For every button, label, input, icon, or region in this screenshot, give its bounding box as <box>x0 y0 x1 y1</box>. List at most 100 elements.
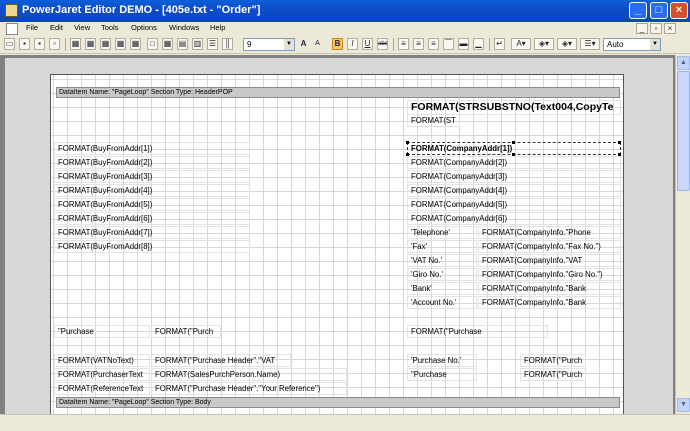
info-label-fax[interactable]: 'Fax' <box>407 240 477 253</box>
line-style-icon[interactable]: ☰▾ <box>580 38 600 50</box>
open-icon[interactable]: ▭ <box>4 38 15 50</box>
close-button[interactable]: × <box>670 2 688 19</box>
strikethrough-button[interactable]: abc <box>377 38 388 50</box>
info-label-vat[interactable]: 'VAT No.' <box>407 254 477 267</box>
color-select[interactable]: Auto ▼ <box>603 38 661 51</box>
menu-help[interactable]: Help <box>210 23 225 32</box>
align-center-icon[interactable]: ≡ <box>413 38 424 50</box>
buy-from-addr-2[interactable]: FORMAT(BuyFromAddr[2]) <box>54 156 250 169</box>
bold-button[interactable]: B <box>332 38 343 50</box>
maximize-button[interactable]: □ <box>650 2 668 19</box>
border-grid-icon[interactable]: ▦ <box>162 38 173 50</box>
reference-text[interactable]: FORMAT(ReferenceText <box>54 382 150 395</box>
doc-minimize-button[interactable]: _ <box>636 23 648 34</box>
chevron-down-icon[interactable]: ▼ <box>284 39 294 50</box>
selection-handle[interactable] <box>406 141 409 144</box>
company-addr-6[interactable]: FORMAT(CompanyAddr[6]) <box>407 212 621 225</box>
buy-from-addr-8[interactable]: FORMAT(BuyFromAddr[8]) <box>54 240 250 253</box>
underline-button[interactable]: U <box>362 38 373 50</box>
menu-windows[interactable]: Windows <box>169 23 199 32</box>
save-icon[interactable]: ▪ <box>19 38 30 50</box>
align-left-icon[interactable]: ≡ <box>398 38 409 50</box>
minimize-button[interactable]: _ <box>629 2 647 19</box>
document-icon[interactable] <box>6 23 18 35</box>
border-all-icon[interactable]: □ <box>147 38 158 50</box>
info-label-bank[interactable]: 'Bank' <box>407 282 477 295</box>
purchase-format[interactable]: FORMAT("Purch <box>151 325 221 338</box>
border-v-icon[interactable]: ║ <box>222 38 233 50</box>
save-all-icon[interactable]: ▪ <box>34 38 45 50</box>
buy-from-addr-7[interactable]: FORMAT(BuyFromAddr[7]) <box>54 226 250 239</box>
vertical-scrollbar[interactable]: ▲ ▼ <box>675 55 690 414</box>
buy-from-addr-4[interactable]: FORMAT(BuyFromAddr[4]) <box>54 184 250 197</box>
buy-from-addr-5[interactable]: FORMAT(BuyFromAddr[5]) <box>54 198 250 211</box>
info-value-bank[interactable]: FORMAT(CompanyInfo."Bank <box>478 282 621 295</box>
selection-handle[interactable] <box>618 141 621 144</box>
menu-view[interactable]: View <box>74 23 90 32</box>
section-body[interactable]: DataItem Name: "PageLoop" Section Type: … <box>56 397 620 408</box>
company-addr-4[interactable]: FORMAT(CompanyAddr[4]) <box>407 184 621 197</box>
properties-icon[interactable]: ▫ <box>49 38 60 50</box>
border-top-icon[interactable]: ▦ <box>85 38 96 50</box>
shrink-font-icon[interactable]: A <box>312 38 323 50</box>
salesperson-name[interactable]: FORMAT(SalesPurchPerson.Name) <box>151 368 347 381</box>
doc-restore-button[interactable]: ▫ <box>650 23 662 34</box>
purch-right-1[interactable]: FORMAT("Purch <box>520 354 586 367</box>
vat-no-text[interactable]: FORMAT(VATNoText) <box>54 354 150 367</box>
chevron-down-icon[interactable]: ▼ <box>650 39 660 50</box>
selection-handle[interactable] <box>512 141 515 144</box>
border-inner-h-icon[interactable]: ▤ <box>177 38 188 50</box>
info-value-vat[interactable]: FORMAT(CompanyInfo."VAT <box>478 254 621 267</box>
menu-tools[interactable]: Tools <box>101 23 119 32</box>
border-right-icon[interactable]: ▦ <box>130 38 141 50</box>
text-color-icon[interactable]: A▾ <box>511 38 531 50</box>
wrap-text-icon[interactable]: ↵ <box>494 38 505 50</box>
purchase-format-right[interactable]: FORMAT("Purchase <box>407 325 548 338</box>
scroll-down-icon[interactable]: ▼ <box>677 398 690 412</box>
menu-file[interactable]: File <box>26 23 38 32</box>
align-top-icon[interactable]: ▔ <box>443 38 454 50</box>
align-middle-icon[interactable]: ▬ <box>458 38 469 50</box>
border-h-icon[interactable]: ☰ <box>207 38 218 50</box>
section-header-pop[interactable]: DataItem Name: "PageLoop" Section Type: … <box>56 87 620 98</box>
scroll-thumb[interactable] <box>677 71 690 191</box>
doc-close-button[interactable]: × <box>664 23 676 34</box>
menu-edit[interactable]: Edit <box>50 23 63 32</box>
info-value-fax[interactable]: FORMAT(CompanyInfo."Fax No.") <box>478 240 621 253</box>
buy-from-addr-6[interactable]: FORMAT(BuyFromAddr[6]) <box>54 212 250 225</box>
purchase-label[interactable]: "Purchase <box>54 325 150 338</box>
align-bottom-icon[interactable]: ▁ <box>473 38 484 50</box>
your-reference[interactable]: FORMAT("Purchase Header"."Your Reference… <box>151 382 347 395</box>
grow-font-icon[interactable]: A <box>298 38 309 50</box>
info-label-giro[interactable]: 'Giro No.' <box>407 268 477 281</box>
font-size-select[interactable]: 9 ▼ <box>243 38 295 51</box>
border-color-icon[interactable]: ◈▾ <box>557 38 577 50</box>
buy-from-addr-3[interactable]: FORMAT(BuyFromAddr[3]) <box>54 170 250 183</box>
purchase-header-vat[interactable]: FORMAT("Purchase Header"."VAT <box>151 354 291 367</box>
fill-color-icon[interactable]: ◈▾ <box>534 38 554 50</box>
info-value-phone[interactable]: FORMAT(CompanyInfo."Phone <box>478 226 621 239</box>
info-value-account[interactable]: FORMAT(CompanyInfo."Bank <box>478 296 621 309</box>
border-left-icon[interactable]: ▦ <box>115 38 126 50</box>
buy-from-addr-1[interactable]: FORMAT(BuyFromAddr[1]) <box>54 142 250 155</box>
info-label-account[interactable]: 'Account No.' <box>407 296 477 309</box>
border-none-icon[interactable]: ▦ <box>70 38 81 50</box>
report-page[interactable]: DataItem Name: "PageLoop" Section Type: … <box>50 74 624 414</box>
title-cell[interactable]: FORMAT(STRSUBSTNO(Text004,CopyTe <box>407 100 621 115</box>
purch-right-2[interactable]: FORMAT("Purch <box>520 368 586 381</box>
italic-button[interactable]: I <box>347 38 358 50</box>
border-inner-v-icon[interactable]: ▥ <box>192 38 203 50</box>
workspace[interactable]: DataItem Name: "PageLoop" Section Type: … <box>0 55 675 414</box>
menu-options[interactable]: Options <box>131 23 157 32</box>
company-addr-2[interactable]: FORMAT(CompanyAddr[2]) <box>407 156 621 169</box>
border-bottom-icon[interactable]: ▦ <box>100 38 111 50</box>
info-value-giro[interactable]: FORMAT(CompanyInfo."Giro No.") <box>478 268 621 281</box>
company-addr-3[interactable]: FORMAT(CompanyAddr[3]) <box>407 170 621 183</box>
scroll-up-icon[interactable]: ▲ <box>677 56 690 70</box>
purchase-no-label[interactable]: 'Purchase No.' <box>407 354 477 367</box>
purchaser-text[interactable]: FORMAT(PurchaserText <box>54 368 150 381</box>
company-addr-5[interactable]: FORMAT(CompanyAddr[5]) <box>407 198 621 211</box>
purchase-label-2[interactable]: "Purchase <box>407 368 477 381</box>
info-label-telephone[interactable]: 'Telephone' <box>407 226 477 239</box>
align-right-icon[interactable]: ≡ <box>428 38 439 50</box>
